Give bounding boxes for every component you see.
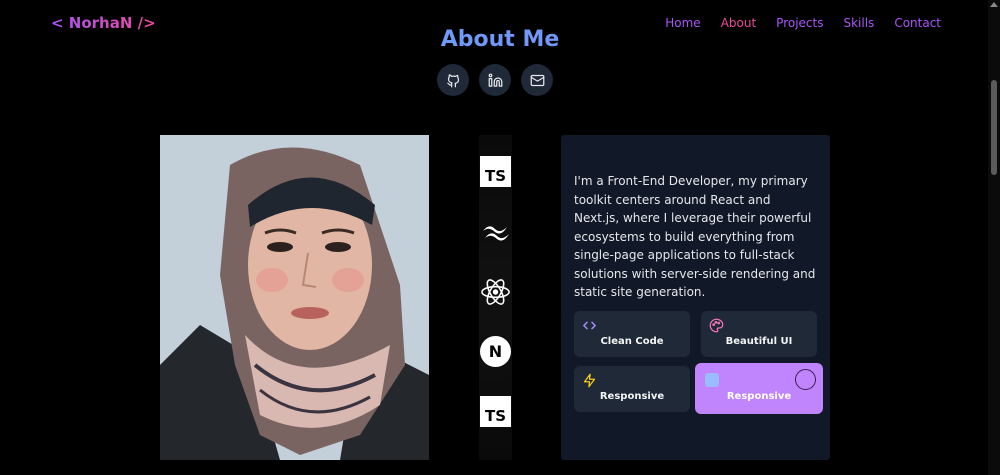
feature-responsive-highlight[interactable]: Responsive <box>695 363 823 414</box>
feature-label: Clean Code <box>600 336 664 347</box>
react-icon <box>480 276 511 307</box>
bio-text: I'm a Front-End Developer, my primary to… <box>574 174 816 299</box>
portrait-illustration <box>160 135 429 460</box>
page-scrollbar[interactable] <box>988 0 1000 475</box>
social-links <box>437 64 553 96</box>
tech-stack-column: TS N TS <box>479 135 512 460</box>
feature-beautiful-ui: Beautiful UI <box>701 311 817 357</box>
linkedin-icon <box>488 73 502 87</box>
email-button[interactable] <box>521 64 553 96</box>
lightning-icon <box>583 373 596 388</box>
typescript-icon: TS <box>480 396 511 427</box>
profile-photo <box>160 135 429 460</box>
feature-label: Responsive <box>726 391 792 402</box>
cursor-ring <box>795 369 816 390</box>
linkedin-button[interactable] <box>479 64 511 96</box>
about-card: I'm a Front-End Developer, my primary to… <box>561 135 830 460</box>
github-icon <box>446 73 459 87</box>
feature-clean-code: Clean Code <box>574 311 690 357</box>
scroll-up-arrow-icon[interactable] <box>990 2 998 7</box>
feature-label: Responsive <box>599 391 665 402</box>
section-title: About Me <box>0 27 1000 52</box>
code-icon <box>583 321 596 330</box>
github-button[interactable] <box>437 64 469 96</box>
tailwind-icon <box>480 216 511 247</box>
feature-label: Beautiful UI <box>725 336 793 347</box>
mail-icon <box>530 74 544 86</box>
typescript-icon: TS <box>480 156 511 187</box>
palette-icon <box>709 318 724 333</box>
nextjs-icon: N <box>480 336 511 367</box>
feature-responsive: Responsive <box>574 366 690 412</box>
device-icon <box>705 373 719 387</box>
scrollbar-thumb[interactable] <box>991 80 997 175</box>
